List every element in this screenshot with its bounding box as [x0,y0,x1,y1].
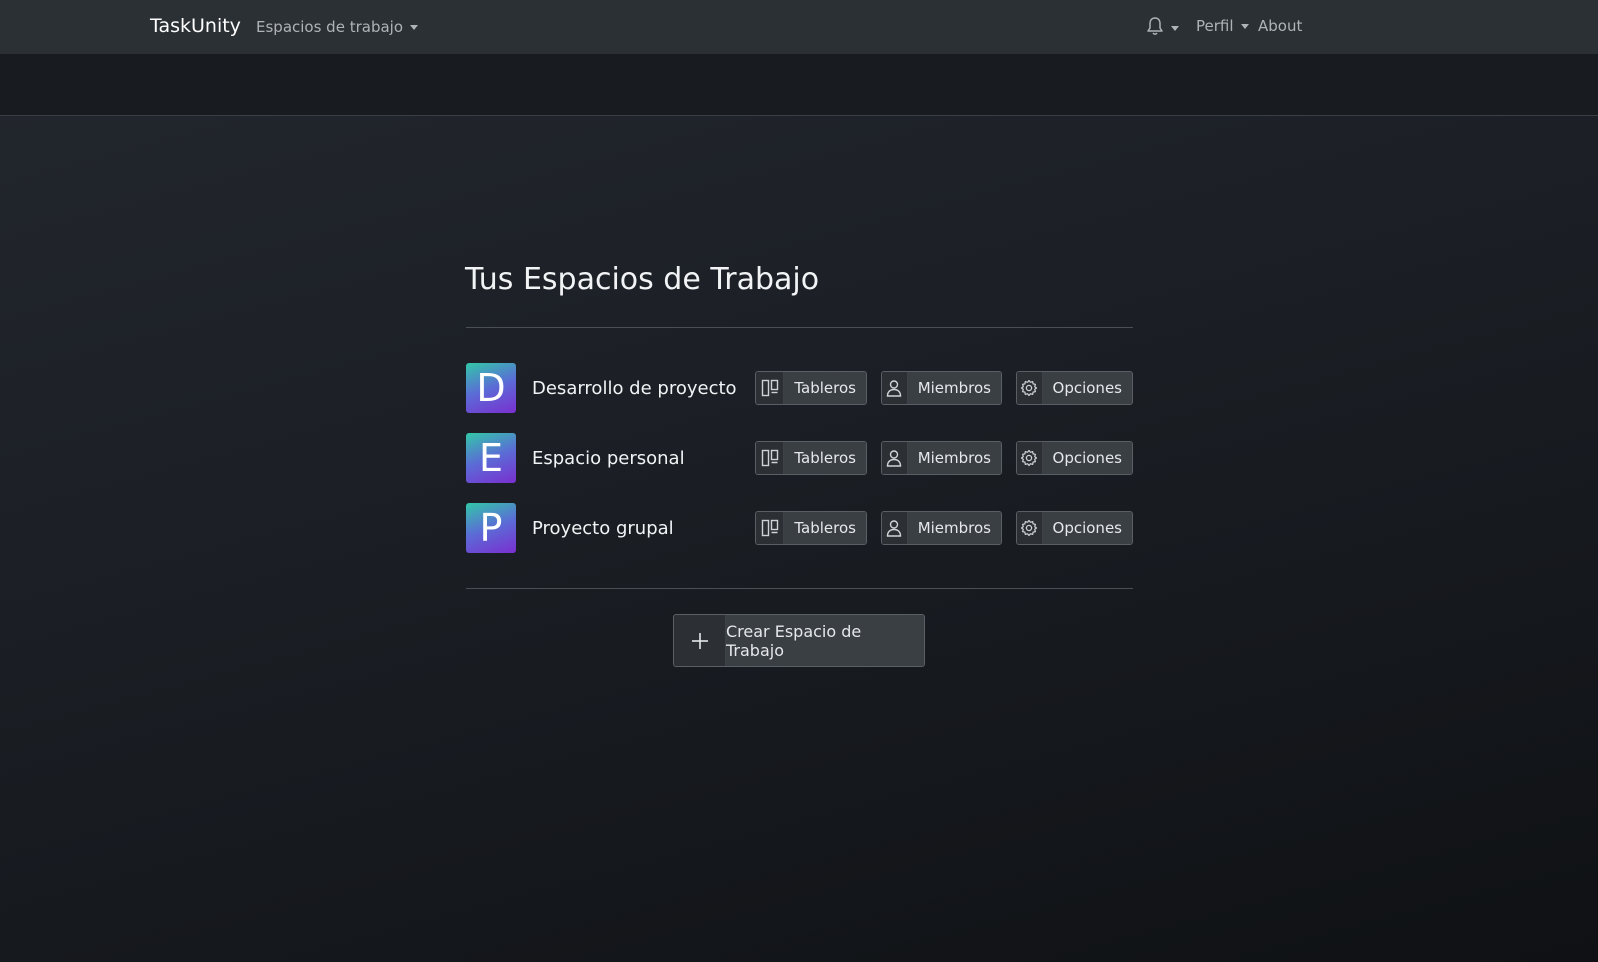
options-button[interactable]: Opciones [1016,441,1133,475]
subheader-band [0,54,1598,116]
board-icon [756,512,785,544]
members-button[interactable]: Miembros [881,511,1002,545]
divider [466,327,1133,328]
workspace-name[interactable]: Proyecto grupal [532,518,674,539]
members-button-label: Miembros [907,512,1001,544]
options-button-label: Opciones [1042,442,1132,474]
page-title: Tus Espacios de Trabajo [465,262,820,297]
gear-icon [1017,372,1043,404]
person-icon [882,442,908,474]
caret-down-icon [1171,25,1179,31]
divider [466,588,1133,589]
workspace-name[interactable]: Desarrollo de proyecto [532,378,737,399]
gear-icon [1017,512,1043,544]
notifications-dropdown[interactable] [1146,16,1179,40]
about-link[interactable]: About [1258,17,1302,35]
options-button-label: Opciones [1042,512,1132,544]
caret-down-icon [1240,23,1249,29]
workspace-row: P Proyecto grupal Tableros Miembros Opci… [466,503,1133,553]
members-button-label: Miembros [907,372,1001,404]
options-button[interactable]: Opciones [1016,511,1133,545]
person-icon [882,372,908,404]
person-icon [882,512,908,544]
profile-dropdown[interactable]: Perfil [1196,17,1249,35]
workspace-row: E Espacio personal Tableros Miembros Opc… [466,433,1133,483]
workspaces-dropdown[interactable]: Espacios de trabajo [256,18,418,36]
boards-button[interactable]: Tableros [755,371,867,405]
boards-button-label: Tableros [784,442,866,474]
boards-button-label: Tableros [784,372,866,404]
boards-button-label: Tableros [784,512,866,544]
plus-icon [674,615,726,666]
boards-button[interactable]: Tableros [755,511,867,545]
caret-down-icon [410,24,418,30]
workspace-avatar: P [466,503,516,553]
members-button[interactable]: Miembros [881,441,1002,475]
profile-dropdown-label: Perfil [1196,17,1234,35]
board-icon [756,442,785,474]
workspace-row: D Desarrollo de proyecto Tableros Miembr… [466,363,1133,413]
board-icon [756,372,785,404]
workspace-avatar: D [466,363,516,413]
options-button-label: Opciones [1042,372,1132,404]
bell-icon [1146,16,1164,40]
top-navbar: TaskUnity Espacios de trabajo Perfil Abo… [0,0,1598,54]
members-button[interactable]: Miembros [881,371,1002,405]
gear-icon [1017,442,1043,474]
options-button[interactable]: Opciones [1016,371,1133,405]
workspace-avatar: E [466,433,516,483]
members-button-label: Miembros [907,442,1001,474]
create-workspace-button[interactable]: Crear Espacio de Trabajo [673,614,925,667]
boards-button[interactable]: Tableros [755,441,867,475]
workspace-name[interactable]: Espacio personal [532,448,685,469]
create-workspace-label: Crear Espacio de Trabajo [726,615,924,666]
workspaces-dropdown-label: Espacios de trabajo [256,18,403,36]
brand-logo[interactable]: TaskUnity [150,15,241,37]
